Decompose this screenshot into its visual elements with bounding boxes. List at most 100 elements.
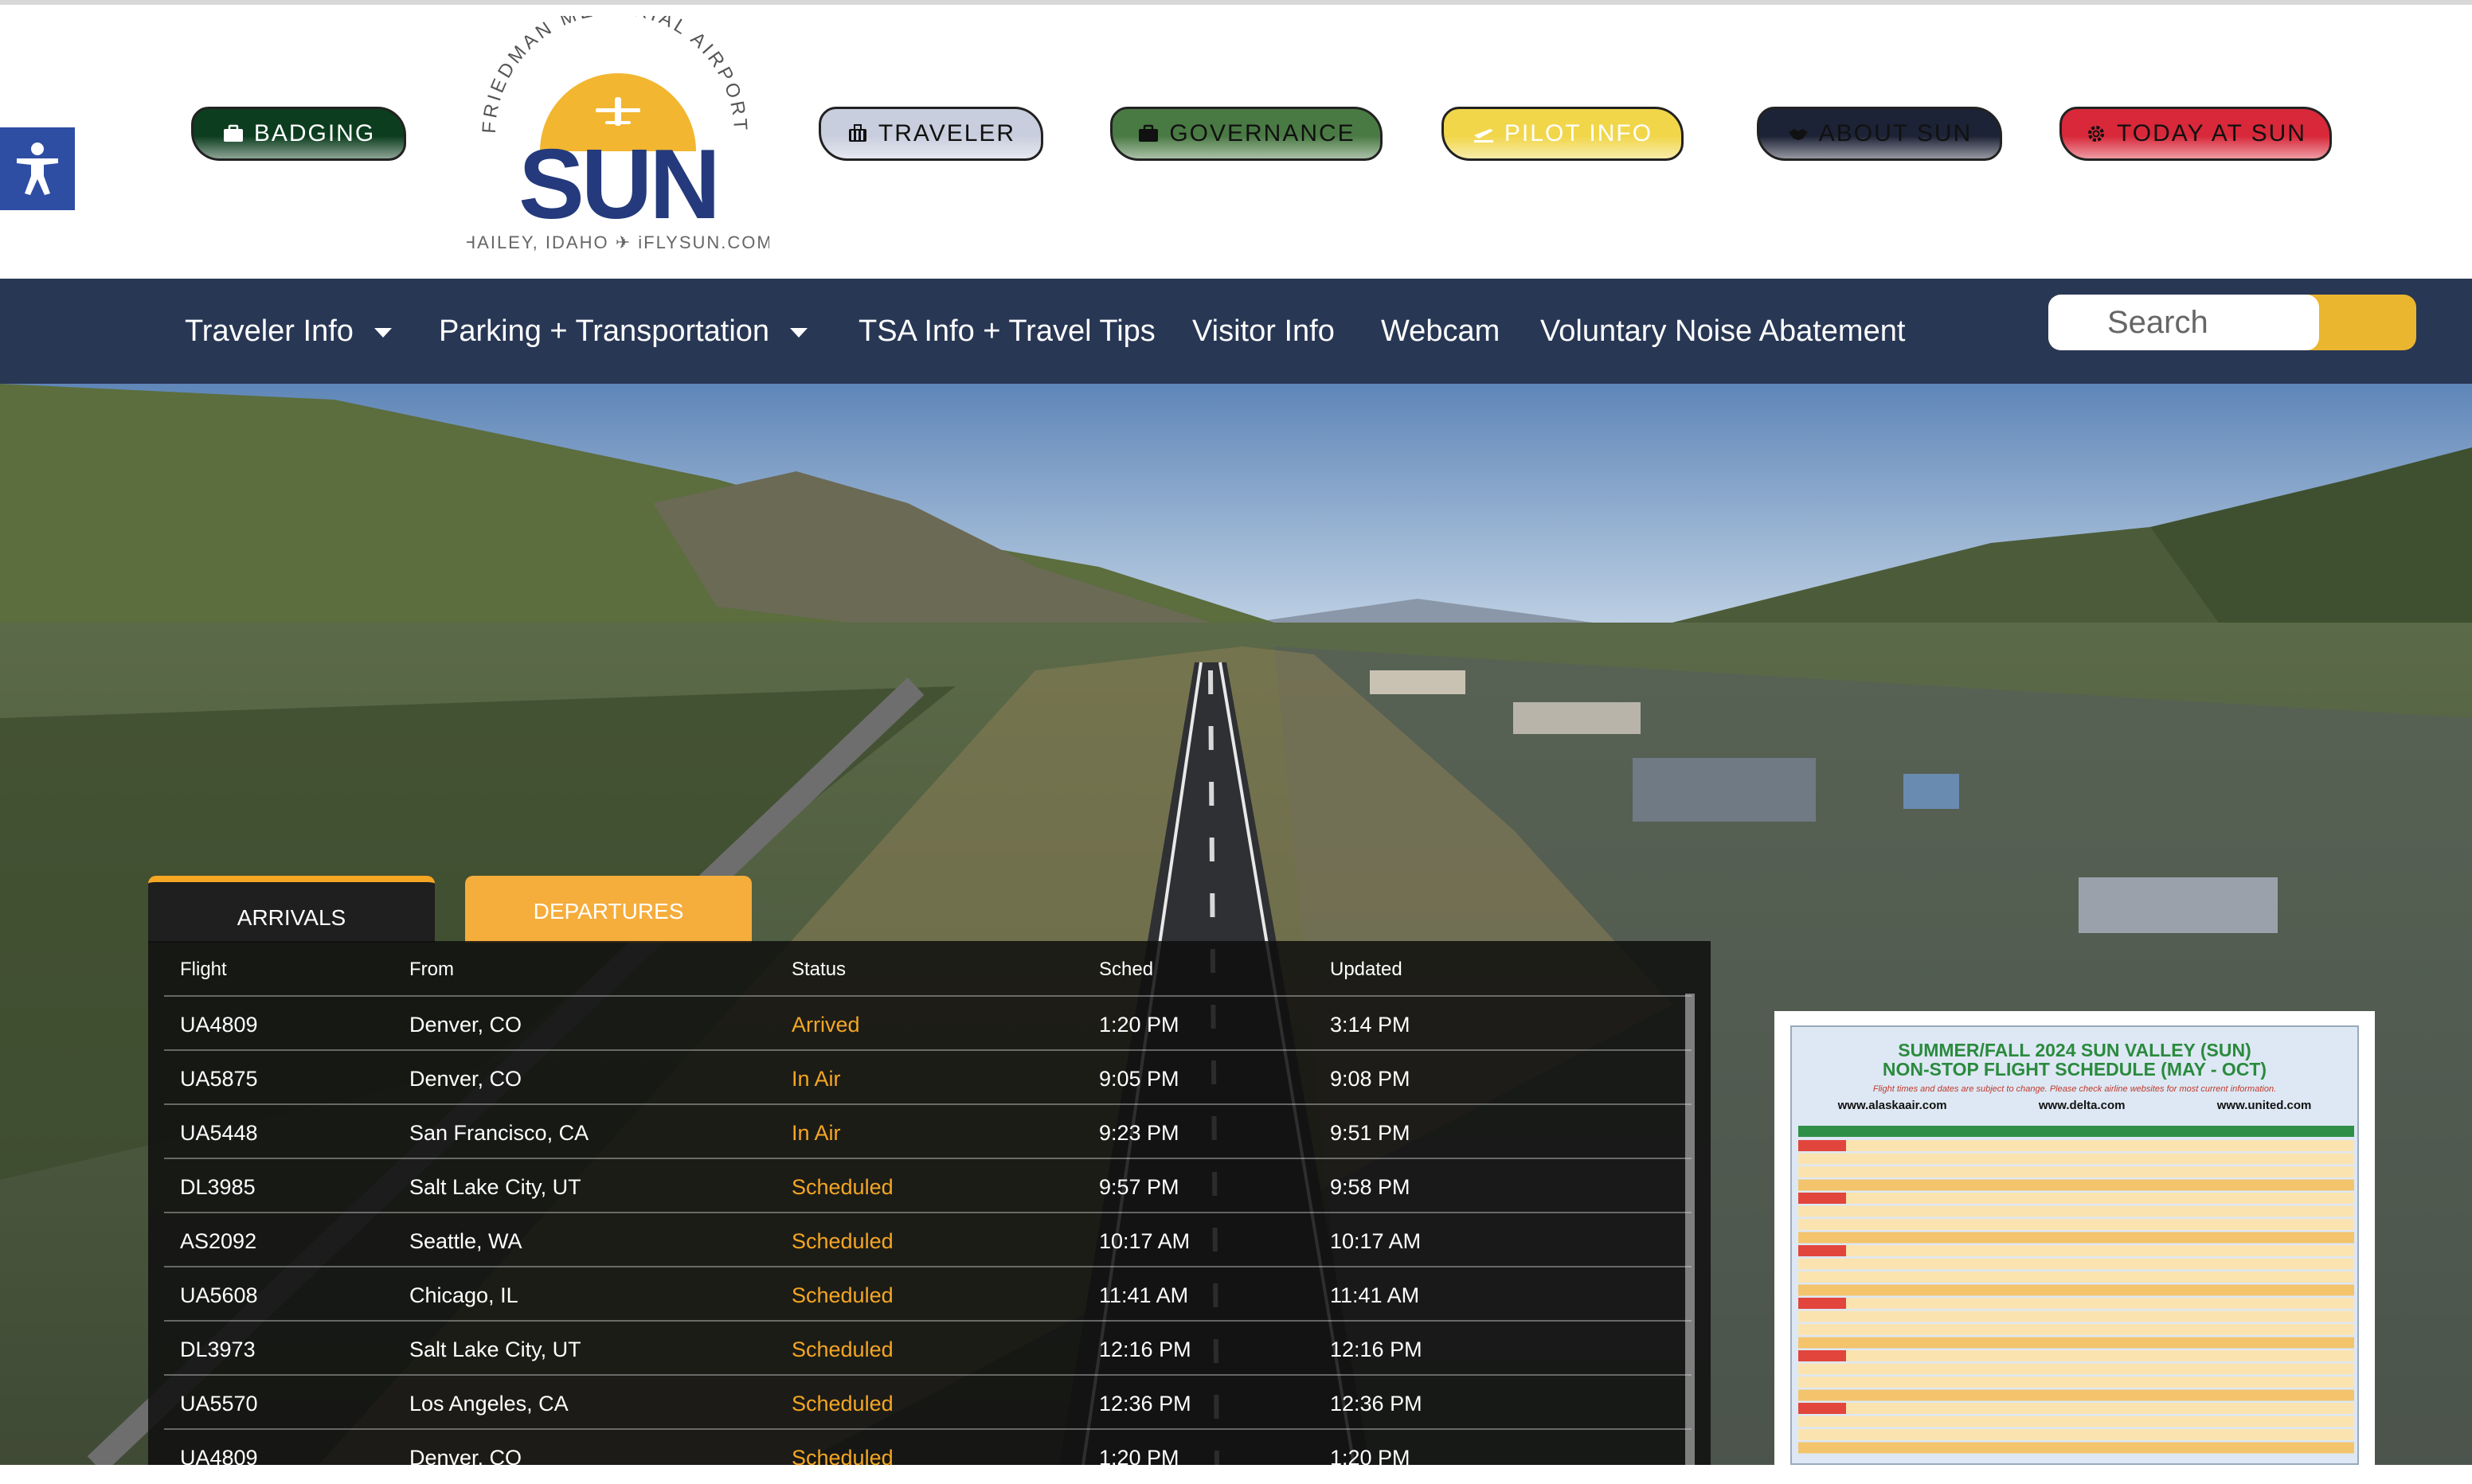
logo-wordmark: SUN [518,130,718,240]
flight-board-scrollbar[interactable] [1685,994,1695,1465]
table-row: UA5875 Denver, CO In Air 9:05 PM 9:08 PM [164,1049,1692,1105]
schedule-title-line1: SUMMER/FALL 2024 SUN VALLEY (SUN) [1898,1040,2251,1060]
flight-origin: Salt Lake City, UT [409,1338,581,1361]
schedule-table-row [1798,1416,2354,1427]
nav-label: Visitor Info [1192,314,1335,348]
schedule-table-row [1798,1337,2354,1349]
accessibility-button[interactable] [0,127,75,210]
flight-schedule-card[interactable]: SUMMER/FALL 2024 SUN VALLEY (SUN) NON-ST… [1774,1011,2375,1465]
traveler-label: TRAVELER [878,120,1016,146]
flight-origin: Denver, CO [409,1446,522,1470]
schedule-table-row [1798,1442,2354,1454]
badging-label: BADGING [253,120,376,146]
flight-origin: Chicago, IL [409,1283,518,1307]
today-at-sun-label: TODAY AT SUN [2117,120,2306,146]
flight-updated-time: 11:41 AM [1330,1283,1420,1307]
flight-number: UA5448 [180,1121,258,1145]
nav-item-visitor-info[interactable]: Visitor Info [1192,279,1335,384]
tab-arrivals[interactable]: ARRIVALS [148,876,435,943]
flight-schedule-poster: SUMMER/FALL 2024 SUN VALLEY (SUN) NON-ST… [1790,1025,2359,1465]
chevron-down-icon [374,327,392,338]
search-bar [2048,295,2416,350]
flight-updated-time: 12:16 PM [1330,1338,1422,1361]
schedule-table-row [1798,1284,2354,1296]
schedule-table-row [1798,1140,2354,1151]
flight-scheduled-time: 10:17 AM [1099,1229,1191,1253]
flight-board: Flight From Status Sched Updated UA4809 D… [148,941,1711,1470]
schedule-table-row [1798,1153,2354,1165]
nav-label: Webcam [1381,314,1500,348]
site-header: BADGING TRAVELER GOVERNANCE PILOT INFO A… [0,0,2472,279]
chevron-down-icon [790,327,808,338]
schedule-table-row [1798,1298,2354,1309]
logo-tagline: HAILEY, IDAHO ✈ iFLYSUN.COM [467,232,769,252]
briefcase-icon [223,124,243,142]
schedule-table-row [1798,1219,2354,1230]
flight-status: In Air [792,1121,841,1145]
traveler-button[interactable]: TRAVELER [819,107,1043,161]
schedule-table-row [1798,1350,2354,1361]
nav-item-noise-abatement[interactable]: Voluntary Noise Abatement [1540,279,1905,384]
flight-scheduled-time: 12:36 PM [1099,1392,1191,1416]
schedule-table-row [1798,1193,2354,1204]
flight-number: UA5570 [180,1392,258,1416]
table-row: DL3973 Salt Lake City, UT Scheduled 12:16 P… [164,1320,1692,1376]
column-header-sched: Sched [1099,959,1154,980]
badging-button[interactable]: BADGING [191,107,406,161]
handshake-icon [1788,129,1808,140]
nav-item-webcam[interactable]: Webcam [1381,279,1500,384]
column-header-status: Status [792,959,847,980]
airport-logo[interactable]: FRIEDMAN MEMORIAL AIRPORT SUN HAILEY, ID… [463,0,771,255]
pilot-info-button[interactable]: PILOT INFO [1441,107,1684,161]
flight-number: AS2092 [180,1229,257,1253]
flight-status: Scheduled [792,1338,894,1361]
flight-status: Arrived [792,1013,860,1037]
schedule-table-row [1798,1363,2354,1375]
column-header-from: From [409,959,454,980]
column-header-updated: Updated [1330,959,1402,980]
nav-item-tsa-info[interactable]: TSA Info + Travel Tips [859,279,1156,384]
schedule-table-row [1798,1205,2354,1217]
schedule-table-row [1798,1271,2354,1283]
plane-departure-icon [1473,129,1493,143]
accessibility-icon [17,143,58,195]
search-submit-button[interactable] [2319,295,2416,350]
flight-scheduled-time: 1:20 PM [1099,1446,1179,1470]
flight-origin: Salt Lake City, UT [409,1175,581,1199]
flight-number: UA5608 [180,1283,258,1307]
schedule-table-graphic [1798,1126,2354,1454]
flight-updated-time: 9:58 PM [1330,1175,1410,1199]
search-input[interactable] [2106,303,2324,342]
schedule-table-row [1798,1429,2354,1440]
schedule-title-line2: NON-STOP FLIGHT SCHEDULE (MAY - OCT) [1882,1059,2267,1080]
flight-number: UA5875 [180,1067,258,1091]
schedule-table-row [1798,1258,2354,1270]
governance-button[interactable]: GOVERNANCE [1110,107,1383,161]
tab-departures[interactable]: DEPARTURES [465,876,752,943]
schedule-table-row [1798,1166,2354,1177]
today-at-sun-button[interactable]: TODAY AT SUN [2059,107,2332,161]
schedule-table-row [1798,1179,2354,1191]
flight-status: Scheduled [792,1229,894,1253]
flight-number: UA4809 [180,1013,258,1037]
table-row: UA5570 Los Angeles, CA Scheduled 12:36 PM 12… [164,1374,1692,1430]
nav-label: Voluntary Noise Abatement [1540,314,1906,348]
schedule-note: Flight times and dates are subject to ch… [1872,1084,2277,1094]
flight-scheduled-time: 11:41 AM [1099,1283,1189,1307]
schedule-city-cell [1798,1403,1846,1414]
schedule-city-cell [1798,1245,1846,1256]
flight-number: DL3973 [180,1338,256,1361]
flight-origin: Los Angeles, CA [409,1392,569,1416]
flight-origin: Denver, CO [409,1013,522,1037]
about-sun-button[interactable]: ABOUT SUN [1757,107,2002,161]
schedule-url: www.delta.com [2038,1099,2126,1112]
flight-origin: Seattle, WA [409,1229,522,1253]
flight-table-header: Flight From Status Sched Updated [148,941,1692,995]
flight-scheduled-time: 12:16 PM [1099,1338,1191,1361]
column-header-flight: Flight [180,959,227,980]
flight-status: In Air [792,1067,841,1091]
flight-updated-time: 12:36 PM [1330,1392,1422,1416]
nav-item-traveler-info[interactable]: Traveler Info [185,279,392,384]
nav-item-parking-transportation[interactable]: Parking + Transportation [439,279,808,384]
flight-updated-time: 9:08 PM [1330,1067,1410,1091]
